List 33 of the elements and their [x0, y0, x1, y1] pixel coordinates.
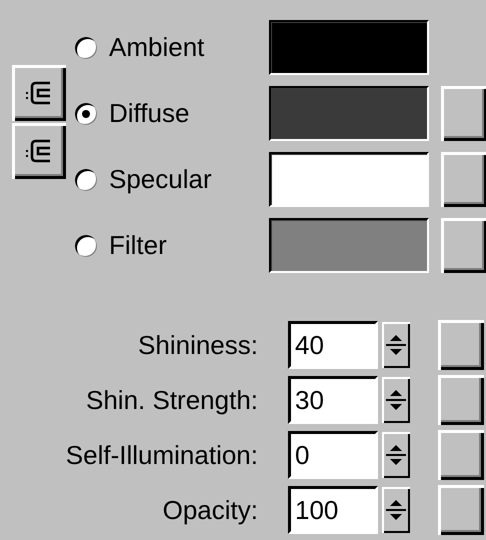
radio-option[interactable]: Specular — [75, 164, 269, 195]
color-swatch[interactable] — [269, 86, 429, 141]
number-field[interactable]: 30 — [288, 376, 378, 424]
map-button[interactable] — [441, 218, 486, 273]
number-field[interactable]: 0 — [288, 431, 378, 479]
radio-option[interactable]: Ambient — [75, 32, 269, 63]
radio-option[interactable]: Diffuse — [75, 98, 269, 129]
map-button[interactable] — [441, 152, 486, 207]
map-button[interactable] — [438, 485, 484, 535]
parameter-label: Self-Illumination: — [64, 440, 258, 470]
map-button[interactable] — [438, 320, 484, 370]
spinner-arrows[interactable] — [382, 322, 410, 368]
radio-button[interactable] — [75, 234, 97, 256]
number-field[interactable]: 40 — [288, 321, 378, 369]
radio-button[interactable] — [75, 102, 97, 124]
color-swatch[interactable] — [269, 152, 429, 207]
lock-button[interactable] — [12, 65, 66, 121]
parameter-label: Opacity: — [162, 494, 258, 526]
color-swatch[interactable] — [269, 20, 429, 75]
spinner-arrows[interactable] — [382, 377, 410, 423]
parameter-label: Shin. Strength: — [85, 384, 258, 416]
number-field[interactable]: 100 — [288, 486, 378, 534]
lock-button[interactable] — [12, 123, 66, 179]
map-button[interactable] — [438, 375, 484, 425]
spinner-arrows[interactable] — [382, 487, 410, 533]
spinner-arrows[interactable] — [382, 432, 410, 478]
parameter-label: Shininess: — [137, 330, 258, 360]
map-button[interactable] — [441, 86, 486, 141]
radio-button[interactable] — [75, 36, 97, 58]
map-button[interactable] — [438, 430, 484, 480]
color-swatch[interactable] — [269, 218, 429, 273]
radio-option[interactable]: Filter — [75, 230, 269, 261]
radio-button[interactable] — [75, 168, 97, 190]
